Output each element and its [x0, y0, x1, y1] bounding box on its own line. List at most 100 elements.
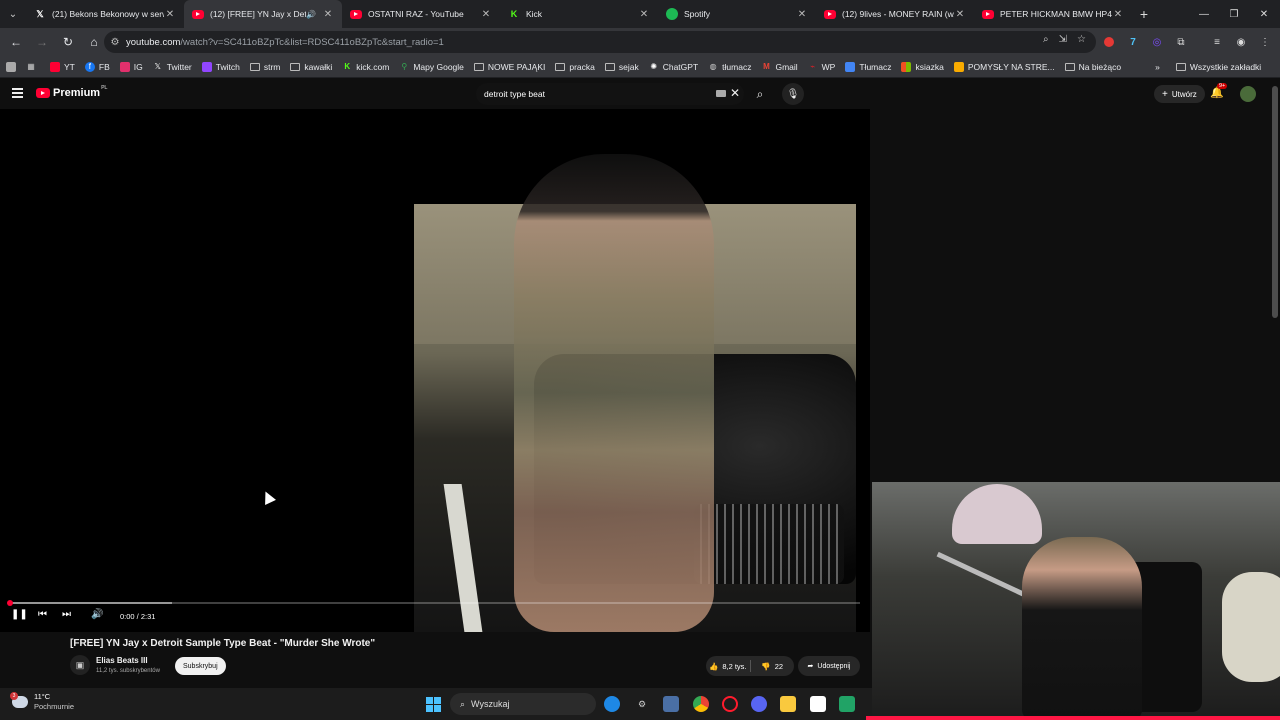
pause-button[interactable]: ❚❚ — [11, 609, 28, 620]
minimize-icon[interactable]: — — [1188, 0, 1220, 28]
reload-icon[interactable]: ↻ — [56, 30, 80, 54]
weather-widget[interactable]: 3 11°C Pochmurnie — [10, 692, 74, 712]
close-tab-icon[interactable]: ✕ — [480, 9, 492, 20]
bookmark-maps[interactable]: ⚲ Mapy Google — [399, 62, 464, 72]
close-window-icon[interactable]: ✕ — [1248, 0, 1280, 28]
photos-app-icon[interactable] — [663, 696, 679, 712]
all-bookmarks[interactable]: Wszystkie zakładki — [1175, 62, 1261, 72]
previous-button[interactable]: ⏮ — [38, 609, 47, 620]
profile-icon[interactable]: ◉ — [1230, 31, 1252, 53]
video-player[interactable]: ❚❚ ⏮ ⏭ 🔊 0:00 / 2:31 — [0, 109, 870, 632]
opera-app-icon[interactable] — [722, 696, 738, 712]
discord-app-icon[interactable] — [751, 696, 767, 712]
channel-name[interactable]: Elias Beats III — [96, 656, 148, 665]
forward-icon[interactable]: → — [30, 30, 54, 54]
bookmark-twitter[interactable]: 𝕏 Twitter — [153, 62, 192, 72]
subscribe-button[interactable]: Subskrybuj — [175, 657, 226, 675]
bookmark-ig[interactable]: IG — [119, 61, 143, 72]
like-button[interactable]: 👍 8,2 tys. — [706, 662, 750, 671]
settings-app-icon[interactable]: ⚙ — [634, 696, 650, 712]
extension-icon[interactable]: ◎ — [1146, 31, 1168, 53]
url-text[interactable]: youtube.com/watch?v=SC411oBZpTc&list=RDS… — [126, 37, 444, 48]
install-app-icon[interactable]: ⇲ — [1059, 34, 1067, 45]
bookmark-star-icon[interactable]: ☆ — [1077, 34, 1086, 45]
create-button[interactable]: + Utwórz — [1154, 85, 1205, 103]
avatar[interactable] — [1240, 86, 1256, 102]
bookmark-label: IG — [133, 61, 143, 72]
bookmark-nowe-pajaki[interactable]: NOWE PAJĄKI — [473, 62, 545, 72]
bookmark-wp[interactable]: ⌁ WP — [808, 62, 835, 72]
share-button[interactable]: ➦ Udostępnij — [798, 656, 860, 676]
tab-3[interactable]: K Kick ✕ — [500, 0, 658, 28]
close-tab-icon[interactable]: ✕ — [954, 9, 966, 20]
bookmark-pomysly[interactable]: POMYSŁY NA STRE... — [953, 61, 1055, 72]
side-panel-icon[interactable] — [6, 61, 20, 72]
site-info-icon[interactable]: ⚙ — [104, 37, 126, 48]
close-tab-icon[interactable]: ✕ — [638, 9, 650, 20]
tab-1-active[interactable]: (12) [FREE] YN Jay x Detroit 🔊 ✕ — [184, 0, 342, 28]
bookmark-fb[interactable]: f FB — [84, 61, 110, 72]
volume-button[interactable]: 🔊 — [91, 609, 103, 620]
close-tab-icon[interactable]: ✕ — [1112, 9, 1124, 20]
file-explorer-icon[interactable] — [780, 696, 796, 712]
media-controls-icon[interactable]: ≡ — [1206, 31, 1228, 53]
bookmark-tlumacz[interactable]: ◍ tłumacz — [708, 62, 752, 72]
zoom-icon[interactable]: ⌕ — [1043, 34, 1049, 45]
tab-search-menu-icon[interactable]: ⌄ — [0, 0, 26, 28]
apps-grid-icon[interactable]: ▦ — [26, 62, 40, 72]
speaker-icon[interactable]: 🔊 — [306, 10, 316, 19]
tab-title: (21) Bekons Bekonowy w serwi — [52, 9, 164, 19]
tab-6[interactable]: PETER HICKMAN BMW HP4 RA ✕ — [974, 0, 1132, 28]
bookmark-kawalki[interactable]: kawałki — [290, 62, 332, 72]
chrome-app-icon[interactable] — [693, 696, 709, 712]
home-icon[interactable]: ⌂ — [82, 30, 106, 54]
extensions-puzzle-icon[interactable]: ⧉ — [1170, 31, 1192, 53]
more-bookmarks-icon[interactable]: » — [1155, 62, 1160, 72]
close-tab-icon[interactable]: ✕ — [796, 9, 808, 20]
bookmark-twitch[interactable]: Twitch — [201, 61, 240, 72]
restore-icon[interactable]: ❐ — [1218, 0, 1250, 28]
bookmark-chatgpt[interactable]: ✺ ChatGPT — [649, 62, 698, 72]
notepad-app-icon[interactable] — [810, 696, 826, 712]
scrubber-handle[interactable] — [7, 600, 13, 606]
menu-icon[interactable] — [12, 88, 23, 98]
tab-2[interactable]: OSTATNI RAZ - YouTube ✕ — [342, 0, 500, 28]
tab-4[interactable]: Spotify ✕ — [658, 0, 816, 28]
notifications-button[interactable]: 🔔 9+ — [1210, 83, 1228, 99]
clear-search-icon[interactable]: ✕ — [730, 86, 740, 100]
windows-start-icon[interactable] — [426, 697, 441, 712]
close-tab-icon[interactable]: ✕ — [164, 9, 176, 20]
address-bar[interactable]: ⚙ youtube.com/watch?v=SC411oBZpTc&list=R… — [104, 31, 1096, 53]
bookmark-ksiazka[interactable]: ksiazka — [901, 61, 944, 72]
voice-search-button[interactable]: 🎙 — [782, 83, 804, 105]
bookmark-sejak[interactable]: sejak — [604, 62, 639, 72]
bookmark-na-biezaco[interactable]: Na bieżąco — [1064, 62, 1121, 72]
tab-0[interactable]: 𝕏 (21) Bekons Bekonowy w serwi ✕ — [26, 0, 184, 28]
page-scrollbar[interactable] — [1272, 86, 1278, 318]
keyboard-icon[interactable] — [716, 90, 726, 97]
chrome-menu-icon[interactable]: ⋮ — [1254, 31, 1276, 53]
record-extension-icon[interactable] — [1098, 31, 1120, 53]
spreadsheet-app-icon[interactable] — [839, 696, 855, 712]
search-button[interactable]: ⌕ — [748, 84, 772, 104]
bookmark-strm[interactable]: strm — [249, 62, 280, 72]
extension-icon[interactable]: 7 — [1122, 31, 1144, 53]
close-tab-icon[interactable]: ✕ — [322, 9, 334, 20]
bookmark-gmail[interactable]: M Gmail — [761, 62, 798, 72]
bookmark-pracka[interactable]: pracka — [555, 62, 595, 72]
folder-icon — [1175, 62, 1186, 71]
tab-5[interactable]: (12) 9lives - MONEY RAIN (w/ S ✕ — [816, 0, 974, 28]
youtube-premium-logo[interactable]: Premium PL — [36, 85, 107, 99]
channel-avatar[interactable]: ▣ — [70, 655, 90, 675]
progress-bar[interactable] — [7, 600, 860, 606]
bookmark-yt[interactable]: YT — [50, 61, 75, 72]
search-input[interactable]: detroit type beat ✕ — [476, 83, 744, 105]
dislike-button[interactable]: 👎 22 — [751, 662, 795, 671]
security-app-icon[interactable] — [604, 696, 620, 712]
bookmark-translate[interactable]: Tłumacz — [845, 61, 891, 72]
next-button[interactable]: ⏭ — [62, 609, 71, 620]
new-tab-button[interactable]: + — [1132, 6, 1156, 22]
back-icon[interactable]: ← — [4, 30, 28, 54]
bookmark-kick[interactable]: Kkick.com — [342, 62, 389, 72]
taskbar-search[interactable]: ⌕ Wyszukaj — [450, 693, 596, 715]
